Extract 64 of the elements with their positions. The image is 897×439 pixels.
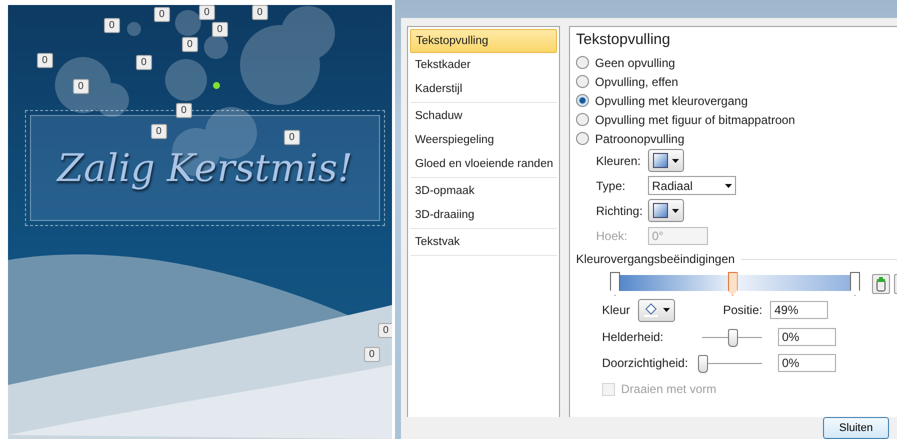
category-item[interactable]: 3D-draaiing — [410, 203, 557, 227]
field-label: Doorzichtigheid: — [602, 356, 690, 370]
gradient-stop-handle[interactable] — [610, 272, 620, 296]
color-dropdown-button[interactable] — [648, 149, 684, 172]
animation-tag[interactable]: 0 — [364, 347, 380, 362]
field-label: Type: — [596, 178, 626, 192]
slider-thumb[interactable] — [698, 354, 708, 372]
gradient-stop-handle[interactable] — [728, 272, 738, 296]
field-label: Helderheid: — [602, 330, 664, 344]
slider-thumb[interactable] — [728, 328, 738, 346]
fill-color-dropdown-button[interactable] — [638, 298, 675, 322]
field-label: Positie: — [723, 303, 762, 317]
caret-icon — [725, 184, 732, 188]
type-dropdown[interactable]: Radiaal — [648, 176, 736, 195]
animation-tag[interactable]: 0 — [73, 79, 89, 94]
caret-icon — [672, 158, 679, 162]
caret-icon — [672, 208, 679, 212]
animation-tag[interactable]: 0 — [199, 5, 215, 20]
category-item[interactable]: Kaderstijl — [410, 77, 557, 101]
animation-tag[interactable]: 0 — [136, 55, 152, 70]
percent-spin-field[interactable]: 0% — [778, 328, 836, 346]
close-button[interactable]: Sluiten — [823, 417, 889, 439]
gradient-bar[interactable] — [610, 272, 860, 296]
field-label: Hoek: — [596, 228, 628, 242]
position-spin-field[interactable]: 49% — [770, 301, 828, 319]
radio-label: Opvulling, effen — [595, 74, 678, 88]
animation-tag[interactable]: 0 — [212, 22, 228, 37]
checkbox-label: Draaien met vorm — [621, 382, 716, 396]
percent-spin-field[interactable]: 0% — [778, 354, 836, 372]
greeting-text: Zalig Kerstmis! — [57, 146, 353, 190]
caret-icon — [663, 308, 670, 312]
field-label: Kleur — [602, 303, 628, 317]
radio-button[interactable] — [576, 132, 589, 145]
color-dropdown-button[interactable] — [648, 199, 684, 222]
gradient-stop-handle[interactable] — [850, 272, 860, 296]
section-heading: Kleurovergangsbeëindigingen — [576, 252, 735, 266]
category-item[interactable]: Schaduw — [410, 104, 557, 128]
radio-label: Patroonopvulling — [595, 132, 684, 146]
animation-tag[interactable]: 0 — [176, 103, 192, 118]
animation-tag[interactable]: 0 — [151, 124, 167, 139]
radio-button[interactable] — [576, 75, 589, 88]
category-item[interactable]: Tekstkader — [410, 53, 557, 77]
animation-tag[interactable]: 0 — [37, 53, 53, 68]
animation-tag[interactable]: 0 — [104, 18, 120, 33]
animation-tag[interactable]: 0 — [284, 130, 300, 145]
category-item[interactable]: Tekstvak — [410, 230, 557, 254]
panel-heading: Tekstopvulling — [576, 31, 672, 48]
add-stop-icon[interactable] — [872, 274, 890, 294]
radio-button[interactable] — [576, 94, 589, 107]
animation-tag[interactable]: 0 — [252, 5, 268, 20]
category-item[interactable]: Gloed en vloeiende randen — [410, 152, 557, 176]
radio-button[interactable] — [576, 113, 589, 126]
animation-tag[interactable]: 0 — [154, 7, 170, 22]
field-label: Kleuren: — [596, 154, 642, 168]
category-item[interactable]: 3D-opmaak — [410, 179, 557, 203]
category-item[interactable]: Weerspiegeling — [410, 128, 557, 152]
radio-label: Opvulling met kleurovergang — [595, 94, 748, 108]
radio-label: Opvulling met figuur of bitmappatroon — [595, 112, 796, 126]
radio-button[interactable] — [576, 56, 589, 69]
category-item[interactable]: Tekstopvulling — [410, 29, 557, 53]
animation-tag[interactable]: 0 — [182, 37, 198, 52]
animation-tag[interactable]: 0 — [378, 323, 392, 338]
field-label: Richting: — [596, 204, 644, 218]
radio-label: Geen opvulling — [595, 56, 676, 70]
